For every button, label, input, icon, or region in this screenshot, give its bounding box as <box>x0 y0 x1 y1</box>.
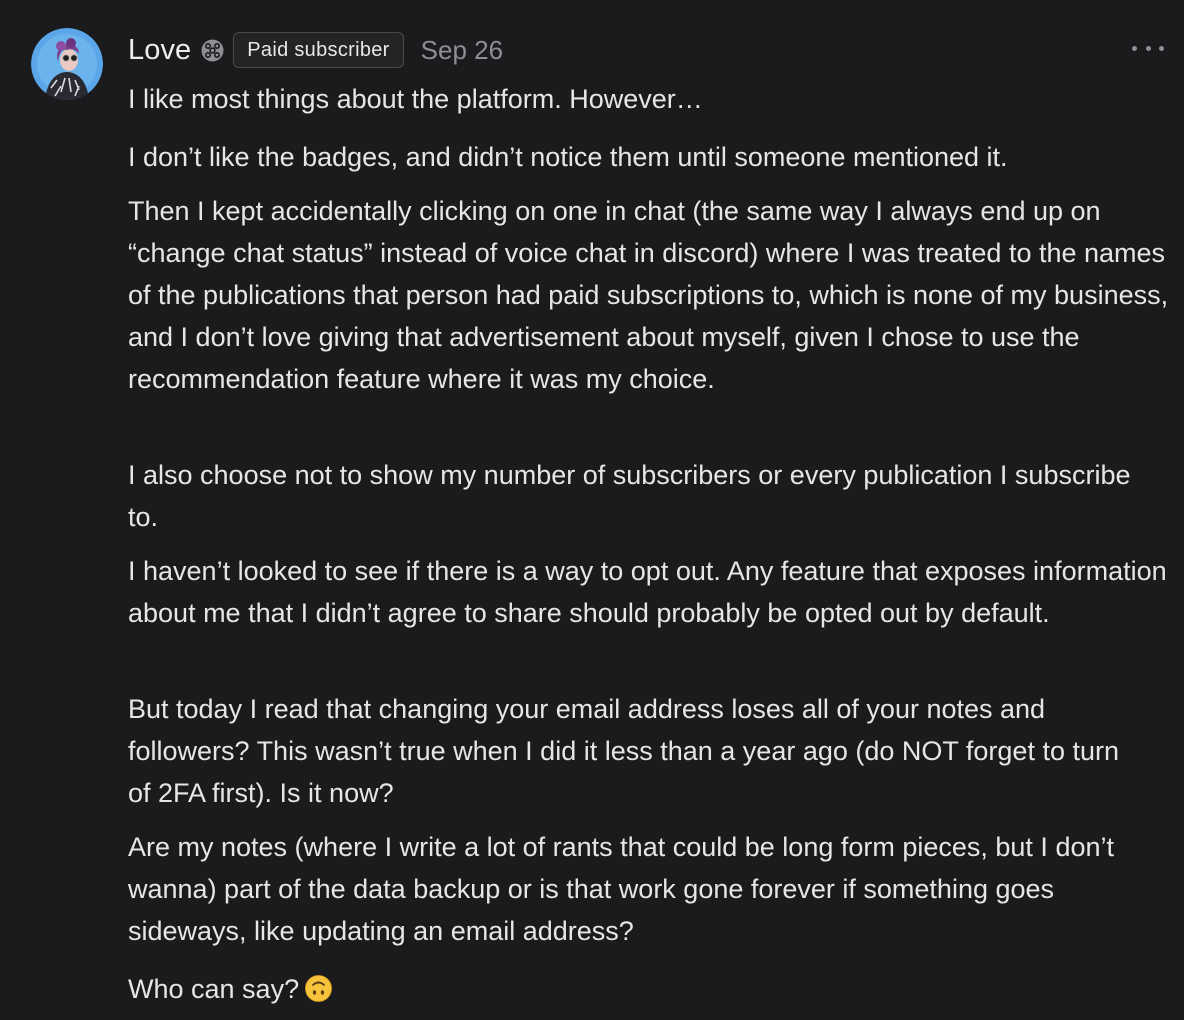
paid-subscriber-badge[interactable]: Paid subscriber <box>233 32 404 68</box>
comment-paragraph: But today I read that changing your emai… <box>128 694 1119 808</box>
upside-down-face-emoji <box>305 972 332 1002</box>
more-icon[interactable] <box>1132 36 1164 60</box>
comment-timestamp[interactable]: Sep 26 <box>421 35 503 66</box>
avatar[interactable] <box>31 28 103 100</box>
comment-paragraph: I haven’t looked to see if there is a wa… <box>128 556 1167 628</box>
comment-header: Love Paid subscriber Sep 26 <box>128 28 503 72</box>
comment-paragraph-text: Who can say? <box>128 974 300 1004</box>
comment: Love Paid subscriber Sep 26 I like most … <box>0 0 1184 1020</box>
comment-paragraph: I like most things about the platform. H… <box>128 84 703 114</box>
subscriber-icon <box>201 39 224 62</box>
comment-paragraph: I also choose not to show my number of s… <box>128 460 1131 532</box>
comment-paragraph: Then I kept accidentally clicking on one… <box>128 196 1169 394</box>
avatar-image <box>31 28 103 100</box>
comment-paragraph: I don’t like the badges, and didn’t noti… <box>128 142 1008 172</box>
author-name[interactable]: Love <box>128 34 191 67</box>
comment-paragraph-last: Who can say? <box>128 968 1148 1010</box>
comment-paragraph: Are my notes (where I write a lot of ran… <box>128 832 1114 946</box>
